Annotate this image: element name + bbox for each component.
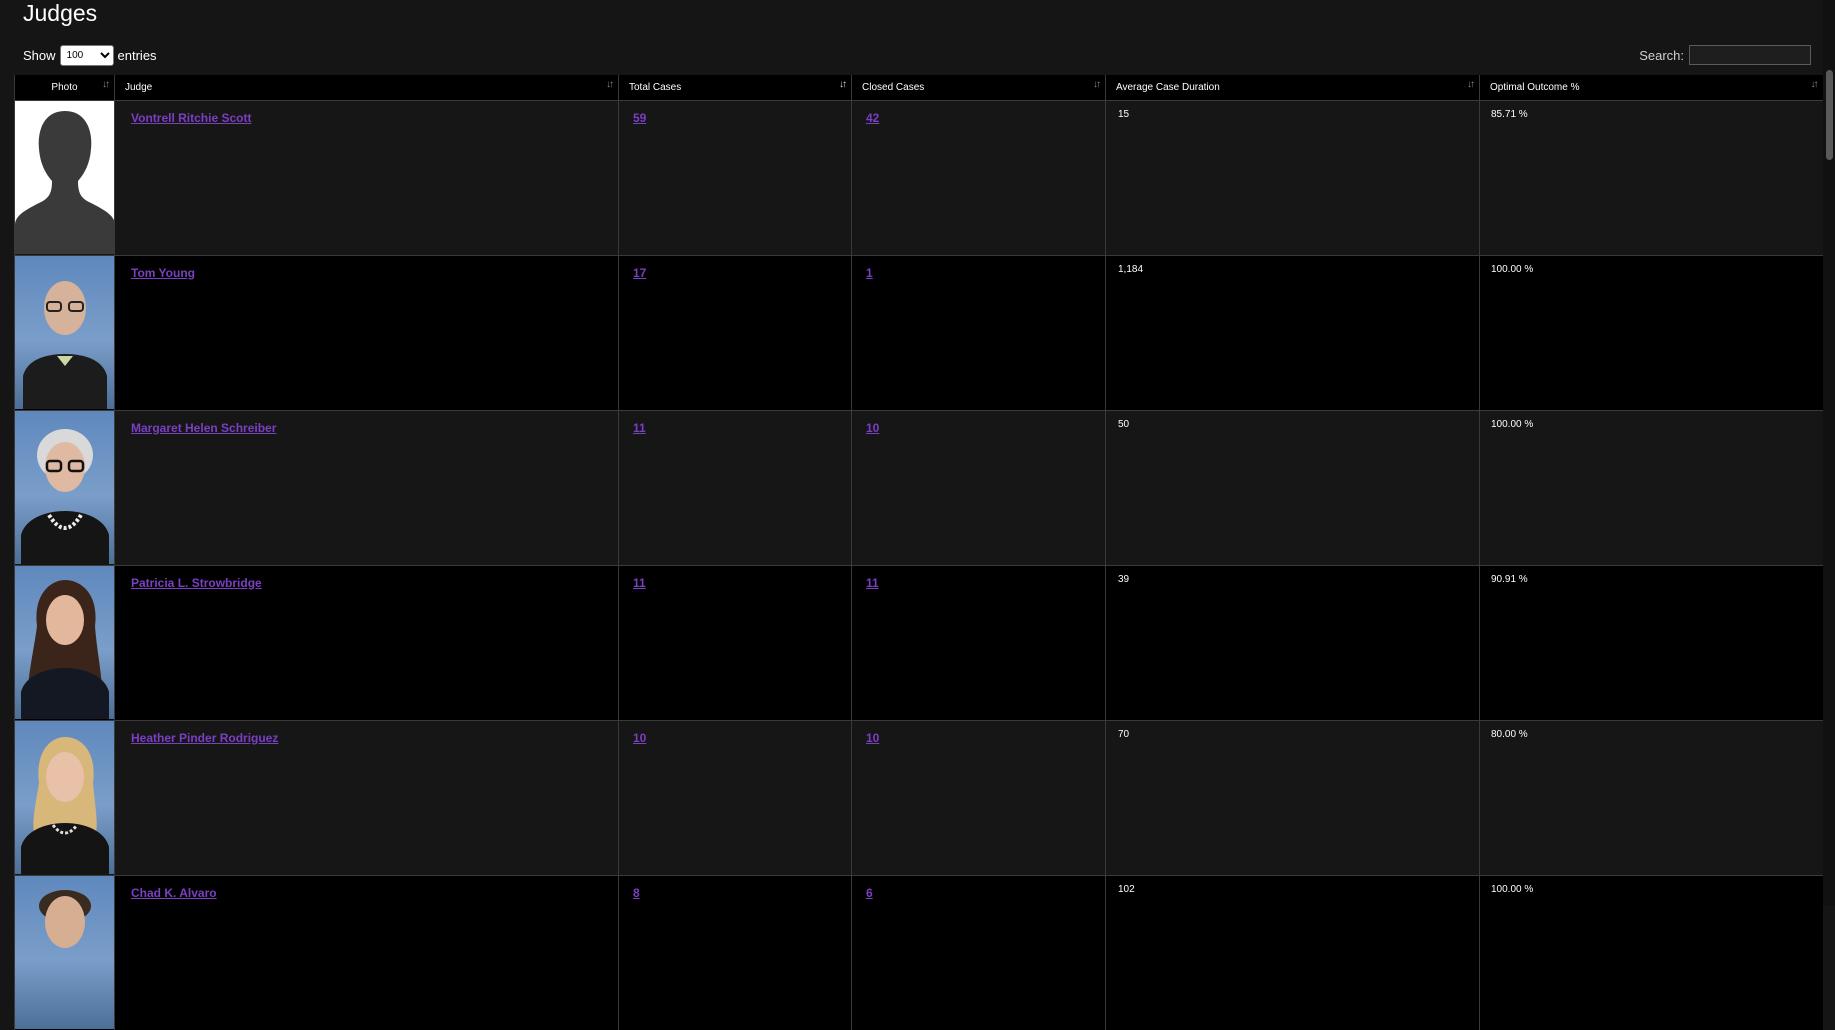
judge-photo bbox=[15, 256, 115, 409]
closed-cases-cell: 1 bbox=[851, 254, 1106, 410]
avg-duration-cell: 1,184 bbox=[1105, 254, 1480, 410]
column-header-optimal-outcome[interactable]: Optimal Outcome % ↓↑ bbox=[1479, 75, 1823, 100]
show-label: Show bbox=[23, 47, 56, 63]
column-header-label: Closed Cases bbox=[862, 81, 925, 93]
closed-cases-link[interactable]: 11 bbox=[866, 576, 879, 590]
column-header-total-cases[interactable]: Total Cases ↓↑ bbox=[618, 75, 852, 100]
optimal-outcome-cell: 85.71 % bbox=[1479, 99, 1823, 255]
judge-name-link[interactable]: Chad K. Alvaro bbox=[131, 886, 217, 900]
column-header-label: Optimal Outcome % bbox=[1490, 81, 1580, 93]
closed-cases-cell: 10 bbox=[851, 719, 1106, 875]
optimal-outcome-cell: 100.00 % bbox=[1479, 874, 1823, 1030]
judge-name-cell: Margaret Helen Schreiber bbox=[114, 409, 619, 565]
judge-name-cell: Heather Pinder Rodriguez bbox=[114, 719, 619, 875]
photo-cell bbox=[14, 254, 115, 410]
sort-icon: ↓↑ bbox=[606, 79, 614, 90]
judge-photo bbox=[15, 411, 115, 564]
total-cases-link[interactable]: 59 bbox=[633, 111, 646, 125]
column-header-photo[interactable]: Photo ↓↑ bbox=[14, 75, 115, 100]
closed-cases-cell: 11 bbox=[851, 564, 1106, 720]
judge-photo-placeholder-icon bbox=[15, 101, 115, 254]
closed-cases-link[interactable]: 10 bbox=[866, 421, 879, 435]
avg-duration-cell: 15 bbox=[1105, 99, 1480, 255]
scrollbar-thumb[interactable] bbox=[1826, 70, 1833, 160]
photo-cell bbox=[14, 874, 115, 1030]
optimal-outcome-cell: 100.00 % bbox=[1479, 254, 1823, 410]
search-control: Search: bbox=[1639, 45, 1811, 65]
photo-cell bbox=[14, 564, 115, 720]
avg-duration-cell: 70 bbox=[1105, 719, 1480, 875]
closed-cases-link[interactable]: 42 bbox=[866, 111, 879, 125]
closed-cases-cell: 42 bbox=[851, 99, 1106, 255]
total-cases-cell: 17 bbox=[618, 254, 852, 410]
total-cases-cell: 10 bbox=[618, 719, 852, 875]
closed-cases-link[interactable]: 6 bbox=[866, 886, 873, 900]
total-cases-link[interactable]: 10 bbox=[633, 731, 646, 745]
optimal-outcome-cell: 90.91 % bbox=[1479, 564, 1823, 720]
page-scrollbar[interactable] bbox=[1823, 0, 1835, 906]
show-entries-control: Show 100 entries bbox=[23, 45, 157, 66]
optimal-outcome-cell: 80.00 % bbox=[1479, 719, 1823, 875]
sort-descending-icon: ↓↑ bbox=[839, 79, 847, 90]
table-row: Heather Pinder Rodriguez 10 10 70 80.00 … bbox=[14, 719, 1823, 875]
judge-name-link[interactable]: Heather Pinder Rodriguez bbox=[131, 731, 278, 745]
judge-name-link[interactable]: Patricia L. Strowbridge bbox=[131, 576, 262, 590]
total-cases-link[interactable]: 17 bbox=[633, 266, 646, 280]
page-title: Judges bbox=[23, 0, 98, 26]
column-header-label: Judge bbox=[125, 81, 153, 93]
table-row: Tom Young 17 1 1,184 100.00 % bbox=[14, 254, 1823, 410]
total-cases-cell: 59 bbox=[618, 99, 852, 255]
sort-icon: ↓↑ bbox=[1810, 79, 1819, 90]
closed-cases-link[interactable]: 10 bbox=[866, 731, 879, 745]
avg-duration-cell: 50 bbox=[1105, 409, 1480, 565]
column-header-judge[interactable]: Judge ↓↑ bbox=[114, 75, 619, 100]
optimal-outcome-cell: 100.00 % bbox=[1479, 409, 1823, 565]
avg-duration-cell: 102 bbox=[1105, 874, 1480, 1030]
search-input[interactable] bbox=[1689, 45, 1811, 65]
judge-name-cell: Tom Young bbox=[114, 254, 619, 410]
entries-per-page-select[interactable]: 100 bbox=[59, 45, 114, 66]
total-cases-cell: 8 bbox=[618, 874, 852, 1030]
total-cases-link[interactable]: 8 bbox=[633, 886, 640, 900]
photo-cell bbox=[14, 719, 115, 875]
column-header-label: Total Cases bbox=[629, 81, 682, 93]
judge-name-link[interactable]: Tom Young bbox=[131, 266, 195, 280]
total-cases-cell: 11 bbox=[618, 409, 852, 565]
table-row: Chad K. Alvaro 8 6 102 100.00 % bbox=[14, 874, 1823, 1030]
table-row: Patricia L. Strowbridge 11 11 39 90.91 % bbox=[14, 564, 1823, 720]
judge-name-cell: Patricia L. Strowbridge bbox=[114, 564, 619, 720]
column-header-label: Photo bbox=[51, 81, 78, 93]
column-header-closed-cases[interactable]: Closed Cases ↓↑ bbox=[851, 75, 1106, 100]
column-header-avg-duration[interactable]: Average Case Duration ↓↑ bbox=[1105, 75, 1480, 100]
photo-cell bbox=[14, 409, 115, 565]
judge-name-link[interactable]: Vontrell Ritchie Scott bbox=[131, 111, 251, 125]
total-cases-link[interactable]: 11 bbox=[633, 421, 646, 435]
judge-photo bbox=[15, 721, 115, 874]
search-label: Search: bbox=[1639, 47, 1684, 63]
judge-photo bbox=[15, 876, 115, 1029]
judge-name-link[interactable]: Margaret Helen Schreiber bbox=[131, 421, 276, 435]
judge-name-cell: Chad K. Alvaro bbox=[114, 874, 619, 1030]
closed-cases-link[interactable]: 1 bbox=[866, 266, 873, 280]
table-header-row: Photo ↓↑ Judge ↓↑ Total Cases ↓↑ Closed … bbox=[14, 75, 1823, 100]
entries-label: entries bbox=[117, 47, 157, 63]
photo-cell bbox=[14, 99, 115, 255]
sort-icon: ↓↑ bbox=[1093, 79, 1101, 90]
table-row: Vontrell Ritchie Scott 59 42 15 85.71 % bbox=[14, 99, 1823, 255]
closed-cases-cell: 6 bbox=[851, 874, 1106, 1030]
total-cases-cell: 11 bbox=[618, 564, 852, 720]
judge-name-cell: Vontrell Ritchie Scott bbox=[114, 99, 619, 255]
judge-photo bbox=[15, 566, 115, 719]
column-header-label: Average Case Duration bbox=[1116, 81, 1220, 93]
sort-icon: ↓↑ bbox=[1467, 79, 1475, 90]
total-cases-link[interactable]: 11 bbox=[633, 576, 646, 590]
table-row: Margaret Helen Schreiber 11 10 50 100.00… bbox=[14, 409, 1823, 565]
avg-duration-cell: 39 bbox=[1105, 564, 1480, 720]
closed-cases-cell: 10 bbox=[851, 409, 1106, 565]
sort-icon: ↓↑ bbox=[102, 79, 110, 90]
judges-table: Photo ↓↑ Judge ↓↑ Total Cases ↓↑ Closed … bbox=[14, 75, 1823, 1030]
